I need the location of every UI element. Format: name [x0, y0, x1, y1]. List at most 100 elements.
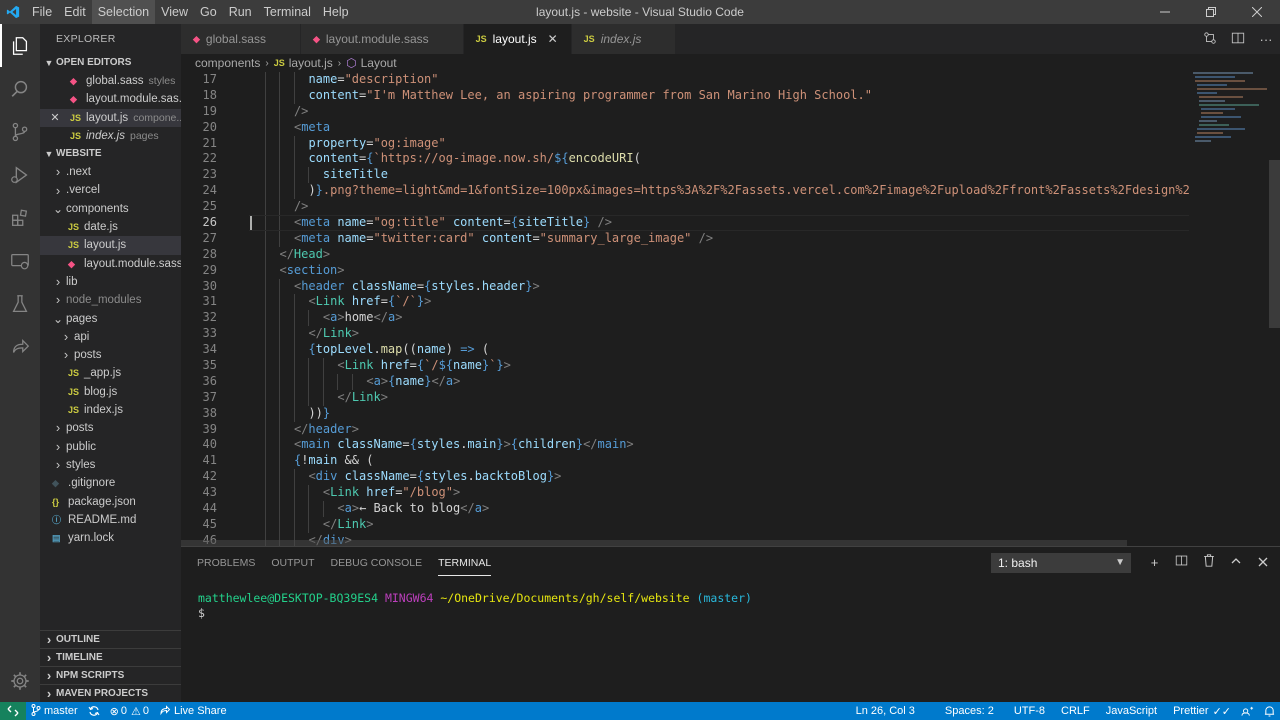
branch-status[interactable]: master — [26, 702, 83, 720]
folder-item[interactable]: › styles — [40, 456, 181, 474]
indentation-status[interactable]: Spaces: 2 — [940, 702, 999, 720]
editor-scroll-thumb[interactable] — [1269, 160, 1280, 328]
folder-item[interactable]: ⌄ components — [40, 200, 181, 218]
live-share-icon[interactable] — [0, 325, 40, 368]
minimize-button[interactable] — [1142, 0, 1188, 24]
testing-icon[interactable] — [0, 282, 40, 325]
menu-help[interactable]: Help — [317, 0, 355, 24]
indent-guide — [308, 516, 310, 533]
file-item[interactable]: ◆ .gitignore — [40, 474, 181, 492]
breadcrumb-folder[interactable]: components — [195, 56, 260, 70]
workspace-header[interactable]: ▼ WEBSITE — [40, 145, 181, 163]
indent-guide — [279, 405, 281, 422]
open-editor-item[interactable]: JS index.js pages — [40, 127, 181, 145]
file-item[interactable]: JS blog.js — [40, 383, 181, 401]
panel-tab-problems[interactable]: PROBLEMS — [197, 547, 255, 580]
menu-view[interactable]: View — [155, 0, 194, 24]
language-status[interactable]: JavaScript — [1101, 702, 1162, 720]
menu-file[interactable]: File — [26, 0, 58, 24]
close-window-button[interactable] — [1234, 0, 1280, 24]
run-debug-icon[interactable] — [0, 153, 40, 196]
panel-tab-debug-console[interactable]: DEBUG CONSOLE — [331, 547, 423, 580]
live-share-status[interactable]: Live Share — [154, 702, 232, 720]
split-terminal-icon[interactable] — [1168, 551, 1195, 575]
restore-button[interactable] — [1188, 0, 1234, 24]
file-item[interactable]: ⓘ README.md — [40, 511, 181, 529]
close-panel-icon[interactable] — [1249, 551, 1276, 575]
folder-item[interactable]: › .vercel — [40, 181, 181, 199]
js-file-icon: JS — [583, 34, 595, 44]
section-maven-projects[interactable]: › MAVEN PROJECTS — [40, 684, 181, 702]
more-actions-icon[interactable]: ··· — [1252, 32, 1280, 47]
folder-item[interactable]: › api — [40, 328, 181, 346]
file-item[interactable]: JS _app.js — [40, 364, 181, 382]
manage-gear-icon[interactable] — [0, 659, 40, 702]
panel-tab-terminal[interactable]: TERMINAL — [438, 547, 492, 580]
menu-run[interactable]: Run — [223, 0, 258, 24]
line-number: 27 — [202, 230, 217, 245]
terminal-select[interactable]: 1: bash ▼ — [991, 553, 1131, 573]
remote-indicator-icon[interactable] — [0, 702, 26, 720]
sync-icon[interactable] — [83, 702, 105, 720]
folder-item[interactable]: › public — [40, 438, 181, 456]
section-timeline[interactable]: › TIMELINE — [40, 648, 181, 666]
tree-item-label: .gitignore — [68, 477, 116, 490]
eol-status[interactable]: CRLF — [1056, 702, 1095, 720]
close-icon[interactable]: ✕ — [545, 32, 561, 46]
menu-edit[interactable]: Edit — [58, 0, 92, 24]
open-editor-item[interactable]: ✕ JS layout.js compone... — [40, 108, 181, 127]
close-icon[interactable]: ✕ — [40, 109, 70, 127]
file-item[interactable]: JS index.js — [40, 401, 181, 419]
folder-item[interactable]: ⌄ pages — [40, 310, 181, 328]
split-editor-icon[interactable] — [1224, 31, 1252, 48]
error-count: 0 — [120, 705, 127, 717]
minimap[interactable] — [1189, 72, 1269, 546]
tree-item-label: layout.module.sass — [84, 257, 181, 270]
encoding-status[interactable]: UTF-8 — [1009, 702, 1050, 720]
indent-guide — [293, 183, 295, 200]
prettier-status[interactable]: Prettier ✓✓ — [1168, 702, 1236, 720]
cursor-position[interactable]: Ln 26, Col 3 — [851, 702, 920, 720]
chevron-right-icon: › — [55, 274, 61, 290]
folder-item[interactable]: › lib — [40, 273, 181, 291]
trash-icon[interactable] — [1195, 551, 1222, 575]
problems-status[interactable]: ⊗ 0 ⚠ 0 — [105, 702, 154, 720]
menu-go[interactable]: Go — [194, 0, 223, 24]
tab-layout-module-sass[interactable]: ◆ layout.module.sass — [300, 24, 464, 54]
notifications-bell-icon[interactable] — [1259, 702, 1280, 720]
tab-global-sass[interactable]: ◆ global.sass — [181, 24, 301, 54]
file-item[interactable]: {} package.json — [40, 493, 181, 511]
folder-item[interactable]: › posts — [40, 419, 181, 437]
indent-guide — [279, 437, 281, 454]
menu-selection[interactable]: Selection — [91, 0, 156, 24]
file-item[interactable]: JS date.js — [40, 218, 181, 236]
remote-explorer-icon[interactable] — [0, 239, 40, 282]
explorer-icon[interactable] — [0, 24, 40, 67]
breadcrumb-file[interactable]: layout.js — [289, 56, 333, 70]
tab-index-js[interactable]: JS index.js — [571, 24, 677, 54]
section-npm-scripts[interactable]: › NPM SCRIPTS — [40, 666, 181, 684]
search-icon[interactable] — [0, 67, 40, 110]
extensions-icon[interactable] — [0, 196, 40, 239]
section-outline[interactable]: › OUTLINE — [40, 630, 181, 648]
open-changes-icon[interactable] — [1196, 31, 1224, 48]
file-item[interactable]: ▤ yarn.lock — [40, 529, 181, 547]
tab-layout-js[interactable]: JS layout.js ✕ — [463, 24, 572, 54]
open-editors-header[interactable]: ▼ OPEN EDITORS — [40, 54, 181, 72]
folder-item[interactable]: › node_modules — [40, 291, 181, 309]
terminal-output[interactable]: matthewlee@DESKTOP-BQ39ES4 MINGW64 ~/One… — [198, 591, 752, 621]
menu-terminal[interactable]: Terminal — [258, 0, 317, 24]
feedback-icon[interactable] — [1236, 702, 1259, 720]
source-control-icon[interactable] — [0, 110, 40, 153]
code-editor[interactable]: 17 name="description" 18 content="I'm Matth… — [181, 72, 1189, 546]
breadcrumb-symbol[interactable]: Layout — [361, 56, 397, 70]
panel-tab-output[interactable]: OUTPUT — [271, 547, 314, 580]
open-editor-item[interactable]: ◆ layout.module.sas... — [40, 90, 181, 108]
file-item[interactable]: JS layout.js — [40, 236, 181, 255]
file-item[interactable]: ◆ layout.module.sass — [40, 255, 181, 273]
open-editor-item[interactable]: ◆ global.sass styles — [40, 72, 181, 90]
maximize-panel-icon[interactable] — [1222, 551, 1249, 575]
folder-item[interactable]: › .next — [40, 163, 181, 181]
new-terminal-icon[interactable]: + — [1141, 551, 1168, 575]
folder-item[interactable]: › posts — [40, 346, 181, 364]
